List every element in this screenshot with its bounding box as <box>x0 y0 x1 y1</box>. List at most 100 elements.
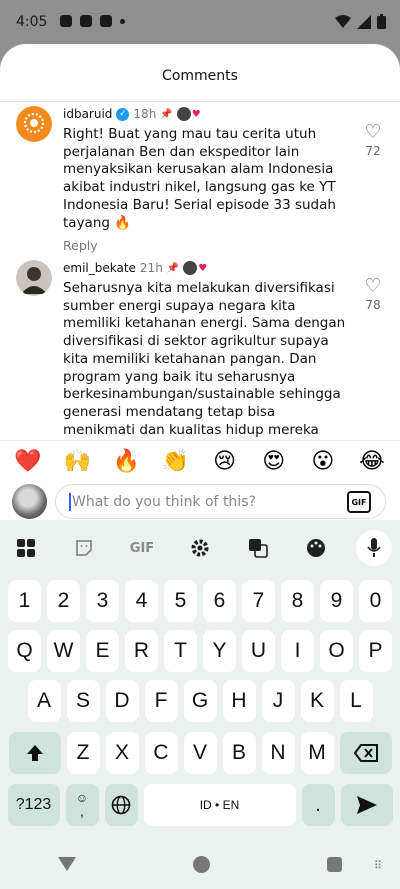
wifi-icon <box>335 15 351 28</box>
comment-header: idbaruid ✓ 18h 📌 ♥ <box>63 106 348 122</box>
key-5[interactable]: 5 <box>164 580 197 622</box>
key-y[interactable]: Y <box>203 630 236 672</box>
more-notifications-icon <box>120 19 125 24</box>
emoji-heart[interactable]: ❤️ <box>12 449 44 474</box>
palette-icon[interactable] <box>298 530 334 566</box>
system-nav-bar <box>0 839 400 889</box>
comment-item: idbaruid ✓ 18h 📌 ♥ Right! Buat yang mau … <box>16 106 386 253</box>
pin-icon: 📌 <box>160 108 173 120</box>
key-f[interactable]: F <box>144 680 178 722</box>
key-6[interactable]: 6 <box>203 580 236 622</box>
username[interactable]: emil_bekate <box>63 261 136 275</box>
creator-liked-avatar <box>183 261 198 275</box>
key-9[interactable]: 9 <box>320 580 353 622</box>
header-divider <box>0 101 400 102</box>
comment-header: emil_bekate 21h 📌 ♥ <box>63 260 348 276</box>
gear-icon[interactable] <box>182 530 218 566</box>
key-l[interactable]: L <box>339 680 373 722</box>
space-key[interactable]: ID • EN <box>143 784 296 826</box>
avatar[interactable] <box>16 106 52 142</box>
key-h[interactable]: H <box>222 680 256 722</box>
pin-icon: 📌 <box>166 262 180 274</box>
comment-body: idbaruid ✓ 18h 📌 ♥ Right! Buat yang mau … <box>63 106 348 253</box>
period-key[interactable]: . <box>301 784 335 826</box>
microphone-icon[interactable] <box>356 530 392 566</box>
keyboard-switch-icon[interactable]: ⠿ <box>374 859 382 872</box>
key-z[interactable]: Z <box>66 732 100 774</box>
key-s[interactable]: S <box>66 680 100 722</box>
key-i[interactable]: I <box>281 630 314 672</box>
key-c[interactable]: C <box>144 732 178 774</box>
emoji-crying[interactable]: 😢 <box>209 449 241 474</box>
shift-key[interactable] <box>8 732 61 774</box>
key-u[interactable]: U <box>242 630 275 672</box>
recents-icon[interactable] <box>326 856 342 872</box>
key-j[interactable]: J <box>261 680 295 722</box>
key-g[interactable]: G <box>183 680 217 722</box>
key-8[interactable]: 8 <box>281 580 314 622</box>
sheet-title: Comments <box>162 68 238 84</box>
backspace-icon <box>353 744 378 762</box>
number-row: 1 2 3 4 5 6 7 8 9 0 <box>0 580 400 622</box>
key-q[interactable]: Q <box>8 630 41 672</box>
comment-input[interactable] <box>72 493 332 510</box>
symbols-key[interactable]: ?123 <box>7 784 60 826</box>
home-icon[interactable] <box>192 855 210 873</box>
key-a[interactable]: A <box>27 680 61 722</box>
send-key[interactable] <box>340 784 393 826</box>
message-icon <box>60 15 72 27</box>
comment-text: Right! Buat yang mau tau cerita utuh per… <box>63 126 336 231</box>
gif-button[interactable]: GIF <box>347 491 371 513</box>
gif-keyboard-button[interactable]: GIF <box>124 530 160 566</box>
key-v[interactable]: V <box>183 732 217 774</box>
app-icon <box>80 15 92 27</box>
system-icons <box>335 14 386 29</box>
key-o[interactable]: O <box>320 630 353 672</box>
key-3[interactable]: 3 <box>86 580 119 622</box>
send-icon <box>356 796 377 814</box>
key-m[interactable]: M <box>300 732 334 774</box>
key-n[interactable]: N <box>261 732 295 774</box>
key-t[interactable]: T <box>164 630 197 672</box>
username[interactable]: idbaruid <box>63 107 112 121</box>
battery-icon <box>377 14 386 29</box>
like-button[interactable]: ♡ 78 <box>360 276 386 312</box>
emoji-surprised[interactable]: 😮 <box>307 449 339 474</box>
status-bar: 4:05 <box>0 0 400 44</box>
key-7[interactable]: 7 <box>242 580 275 622</box>
reply-button[interactable]: Reply <box>63 238 348 253</box>
emoji-comma-key[interactable]: ☺ , <box>65 784 99 826</box>
key-d[interactable]: D <box>105 680 139 722</box>
language-key[interactable] <box>104 784 138 826</box>
emoji-fire[interactable]: 🔥 <box>110 449 142 474</box>
emoji-clap[interactable]: 👏 <box>159 449 191 474</box>
key-2[interactable]: 2 <box>47 580 80 622</box>
key-r[interactable]: R <box>125 630 158 672</box>
key-x[interactable]: X <box>105 732 139 774</box>
key-4[interactable]: 4 <box>125 580 158 622</box>
key-1[interactable]: 1 <box>8 580 41 622</box>
avatar[interactable] <box>16 260 52 296</box>
key-k[interactable]: K <box>300 680 334 722</box>
comment-input-container[interactable]: GIF <box>55 484 386 519</box>
emoji-laughing[interactable]: 😂 <box>356 449 388 474</box>
backspace-key[interactable] <box>339 732 392 774</box>
key-b[interactable]: B <box>222 732 256 774</box>
emoji-raising-hands[interactable]: 🙌 <box>61 449 93 474</box>
sticker-icon[interactable] <box>66 530 102 566</box>
back-icon[interactable] <box>58 857 77 871</box>
key-w[interactable]: W <box>47 630 80 672</box>
text-cursor <box>69 492 71 511</box>
translate-icon[interactable] <box>240 530 276 566</box>
heart-outline-icon: ♡ <box>364 121 382 143</box>
key-e[interactable]: E <box>86 630 119 672</box>
bottom-row: ?123 ☺ , ID • EN . <box>0 784 400 826</box>
globe-icon <box>111 795 131 815</box>
comment-body: emil_bekate 21h 📌 ♥ Seharusnya kita mela… <box>63 260 348 440</box>
status-time: 4:05 <box>16 14 48 30</box>
key-0[interactable]: 0 <box>359 580 392 622</box>
emoji-heart-eyes[interactable]: 😍 <box>258 449 290 474</box>
key-p[interactable]: P <box>359 630 392 672</box>
apps-grid-icon[interactable] <box>8 530 44 566</box>
like-button[interactable]: ♡ 72 <box>360 122 386 158</box>
